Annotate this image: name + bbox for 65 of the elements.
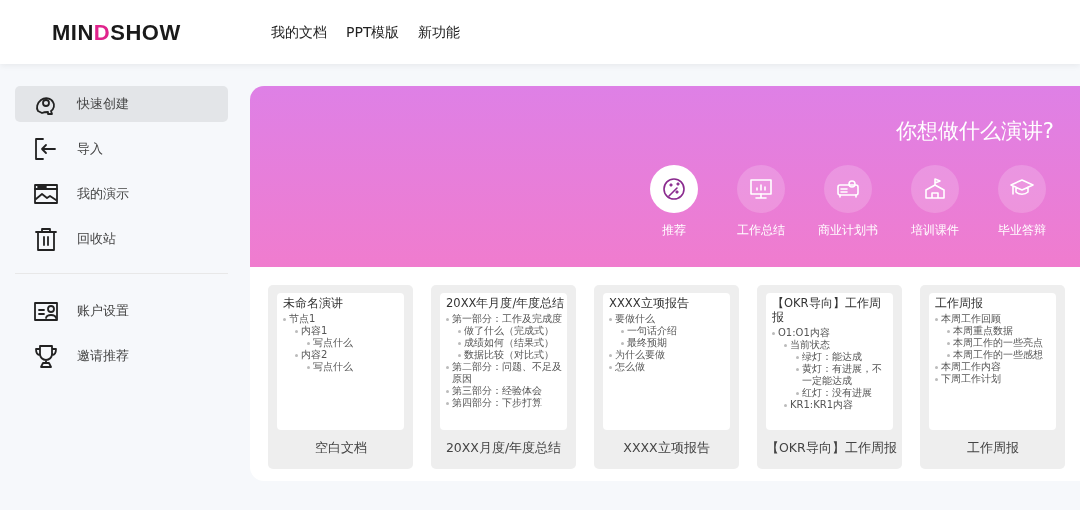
outline-item: 做了什么（完成式） <box>442 325 565 337</box>
outline-item: 内容1 <box>279 325 402 337</box>
outline-item: 为什么要做 <box>605 349 728 361</box>
category-button[interactable] <box>650 164 698 213</box>
sidebar-item[interactable]: 邀请推荐 <box>15 338 228 374</box>
outline-item: 写点什么 <box>279 337 402 349</box>
logo: MINDSHOW <box>52 18 182 47</box>
school-icon <box>922 175 948 202</box>
template-name: XXXX立项报告 <box>622 439 711 457</box>
picture-frame-icon <box>33 181 59 207</box>
trash-icon <box>33 226 59 252</box>
outline-item: 本周工作内容 <box>931 361 1054 373</box>
sidebar-item[interactable]: 导入 <box>15 131 228 167</box>
outline-item: 第二部分：问题、不足及原因 <box>442 361 565 385</box>
nav-link[interactable]: 我的文档 <box>271 21 327 43</box>
template-card[interactable]: 20XX年月度/年度总结 第一部分：工作及完成度 做了什么（完成式） 成绩如何（结果式） 数据比较（对比式） 第二部分：问题、不足及原因 第三部分：经验体会 第四部分：下步打算 20XX月度/年度总结 <box>431 285 576 469</box>
outline-item: 一句话介绍 <box>605 325 728 337</box>
preview-title: 20XX年月度/年度总结 <box>445 296 565 310</box>
outline-item: 第四部分：下步打算 <box>442 397 565 409</box>
outline-item: 节点1 <box>279 313 402 325</box>
outline-item: 要做什么 <box>605 313 728 325</box>
outline-item: 第三部分：经验体会 <box>442 385 565 397</box>
template-card[interactable]: 工作周报 本周工作回顾 本周重点数据 本周工作的一些亮点 本周工作的一些感想 本周工作内容 下周工作计划 工作周报 <box>920 285 1065 469</box>
outline-item: 红灯：没有进展 <box>768 387 891 399</box>
outline-item: 写点什么 <box>279 361 402 373</box>
category-label: 毕业答辩 <box>998 221 1046 239</box>
import-icon <box>33 136 59 162</box>
outline-item: 当前状态 <box>768 339 891 351</box>
template-name: 空白文档 <box>313 439 368 457</box>
outline-item: 下周工作计划 <box>931 373 1054 385</box>
sidebar-item[interactable]: 快速创建 <box>15 86 228 122</box>
template-name: 20XX月度/年度总结 <box>444 439 563 457</box>
outline-item: 本周重点数据 <box>931 325 1054 337</box>
sidebar-item[interactable]: 账户设置 <box>15 293 228 329</box>
template-name: 工作周报 <box>965 439 1020 457</box>
category-label: 工作总结 <box>737 221 785 239</box>
nav-link[interactable]: PPT模版 <box>346 21 400 43</box>
nav-link[interactable]: 新功能 <box>418 21 461 43</box>
preview-title: 【OKR导向】工作周报 <box>771 296 882 324</box>
trophy-icon <box>33 343 59 369</box>
outline-item: 内容2 <box>279 349 402 361</box>
sidebar-item[interactable]: 回收站 <box>15 221 228 257</box>
outline-item: 本周工作的一些亮点 <box>931 337 1054 349</box>
sidebar-item[interactable]: 我的演示 <box>15 176 228 212</box>
template-card[interactable]: 【OKR导向】工作周报 O1:O1内容 当前状态 绿灯：能达成 黄灯：有进展，不一定能达成 红灯：没有进展 KR1:KR1内容 【OKR导向】工作周报 <box>757 285 902 469</box>
outline-item: 黄灯：有进展，不一定能达成 <box>768 363 891 387</box>
outline-item: KR1:KR1内容 <box>768 399 891 411</box>
outline-item: 本周工作回顾 <box>931 313 1054 325</box>
banner-title: 你想做什么演讲? <box>894 118 1054 145</box>
category-label: 推荐 <box>662 221 686 239</box>
outline-item: 第一部分：工作及完成度 <box>442 313 565 325</box>
category-label: 商业计划书 <box>818 221 878 239</box>
outline-item: 最终预期 <box>605 337 728 349</box>
outline-item: O1:O1内容 <box>768 327 891 339</box>
outline-item: 成绩如何（结果式） <box>442 337 565 349</box>
preview-title: 未命名演讲 <box>282 296 344 310</box>
outline-item: 绿灯：能达成 <box>768 351 891 363</box>
outline-item: 怎么做 <box>605 361 728 373</box>
outline-item: 数据比较（对比式） <box>442 349 565 361</box>
template-card[interactable]: 未命名演讲 节点1 内容1 写点什么 内容2 写点什么 空白文档 <box>268 285 413 469</box>
template-card[interactable]: XXXX立项报告 要做什么 一句话介绍 最终预期 为什么要做 怎么做 XXXX立项报告 <box>594 285 739 469</box>
category-label: 培训课件 <box>911 221 959 239</box>
preview-title: 工作周报 <box>934 296 984 310</box>
outline-item: 本周工作的一些感想 <box>931 349 1054 361</box>
preview-title: XXXX立项报告 <box>608 296 690 310</box>
